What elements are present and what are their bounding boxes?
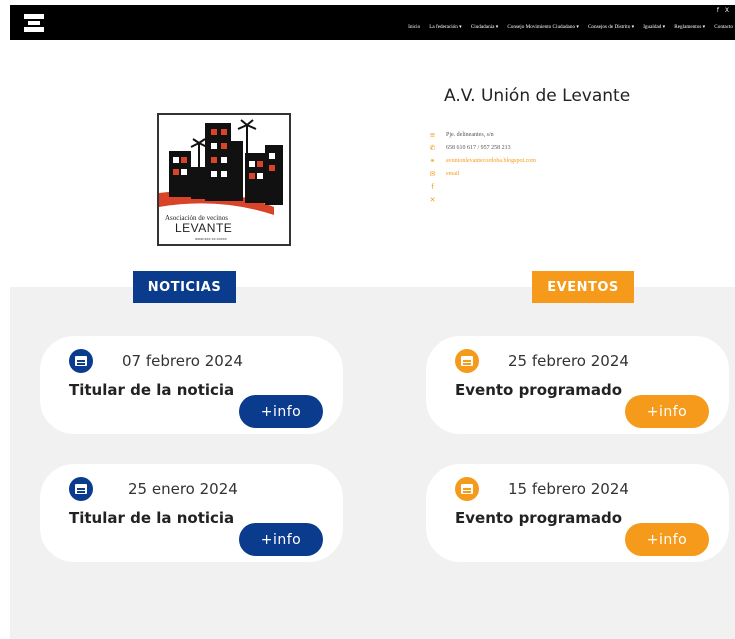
contact-address: ≡ Pje. delineantes, s/n xyxy=(428,128,536,141)
event-title: Evento programado xyxy=(455,381,623,399)
contact-email[interactable]: ✉ email xyxy=(428,167,536,180)
menu-item-consejo-movimiento-ciudadano[interactable]: Consejo Movimiento Ciudadano ▾ xyxy=(507,24,579,30)
news-info-button[interactable]: +info xyxy=(239,523,323,556)
association-logo: Asociación de vecinos LEVANTE www.sxx.xx… xyxy=(157,113,291,246)
menu-item-consejos-de-distrito[interactable]: Consejos de Distrito ▾ xyxy=(588,24,634,30)
calendar-icon xyxy=(455,349,479,373)
address-icon: ≡ xyxy=(429,130,436,139)
top-social-links[interactable]: f X xyxy=(717,7,731,14)
menu-item-la-federacion[interactable]: La federación ▾ xyxy=(429,24,462,30)
news-title: Titular de la noticia xyxy=(69,381,235,399)
event-date: 25 febrero 2024 xyxy=(508,352,629,370)
menu-item-ciudadania[interactable]: Ciudadanía ▾ xyxy=(471,24,499,30)
association-name: A.V. Unión de Levante xyxy=(444,86,631,106)
news-date: 25 enero 2024 xyxy=(128,480,238,498)
phone-icon: ✆ xyxy=(429,143,436,152)
news-title: Titular de la noticia xyxy=(69,509,235,527)
event-card: 25 febrero 2024 Evento programado +info xyxy=(426,336,729,434)
contact-info-list: ≡ Pje. delineantes, s/n ✆ 658 610 617 / … xyxy=(428,128,536,206)
main-menu: Inicio La federación ▾ Ciudadanía ▾ Cons… xyxy=(408,24,733,30)
phone-text: 658 610 617 / 957 258 213 xyxy=(446,144,511,151)
menu-item-contacto[interactable]: Contacto xyxy=(714,24,733,30)
site-logo-icon[interactable] xyxy=(24,14,44,32)
news-section-title: NOTICIAS xyxy=(133,271,236,303)
calendar-icon xyxy=(455,477,479,501)
event-title: Evento programado xyxy=(455,509,623,527)
event-info-button[interactable]: +info xyxy=(625,395,709,428)
top-navigation-bar: f X Inicio La federación ▾ Ciudadanía ▾ … xyxy=(10,5,735,40)
events-section-title: EVENTOS xyxy=(532,271,634,303)
calendar-icon xyxy=(69,477,93,501)
news-date: 07 febrero 2024 xyxy=(122,352,243,370)
news-info-button[interactable]: +info xyxy=(239,395,323,428)
event-card: 15 febrero 2024 Evento programado +info xyxy=(426,464,729,562)
link-icon: ⚭ xyxy=(429,156,436,165)
logo-caption-levante: LEVANTE xyxy=(175,221,233,235)
menu-item-reglamentos[interactable]: Reglamentos ▾ xyxy=(674,24,705,30)
news-card: 25 enero 2024 Titular de la noticia +inf… xyxy=(40,464,343,562)
contact-website[interactable]: ⚭ avunionlevantecordoba.blogspot.com xyxy=(428,154,536,167)
menu-item-inicio[interactable]: Inicio xyxy=(408,24,420,30)
logo-caption-small: www.sxx.xx.xxxxx xyxy=(195,236,227,241)
contact-x[interactable]: ✕ xyxy=(428,193,536,206)
x-icon[interactable]: ✕ xyxy=(428,196,437,204)
contact-phone: ✆ 658 610 617 / 957 258 213 xyxy=(428,141,536,154)
news-card: 07 febrero 2024 Titular de la noticia +i… xyxy=(40,336,343,434)
event-info-button[interactable]: +info xyxy=(625,523,709,556)
contact-facebook[interactable]: f xyxy=(428,180,536,193)
email-link[interactable]: email xyxy=(446,171,459,177)
event-date: 15 febrero 2024 xyxy=(508,480,629,498)
menu-item-igualdad[interactable]: Igualdad ▾ xyxy=(643,24,665,30)
website-link[interactable]: avunionlevantecordoba.blogspot.com xyxy=(446,158,536,164)
calendar-icon xyxy=(69,349,93,373)
address-text: Pje. delineantes, s/n xyxy=(446,131,494,138)
facebook-icon[interactable]: f xyxy=(428,183,437,191)
email-icon: ✉ xyxy=(429,169,436,178)
